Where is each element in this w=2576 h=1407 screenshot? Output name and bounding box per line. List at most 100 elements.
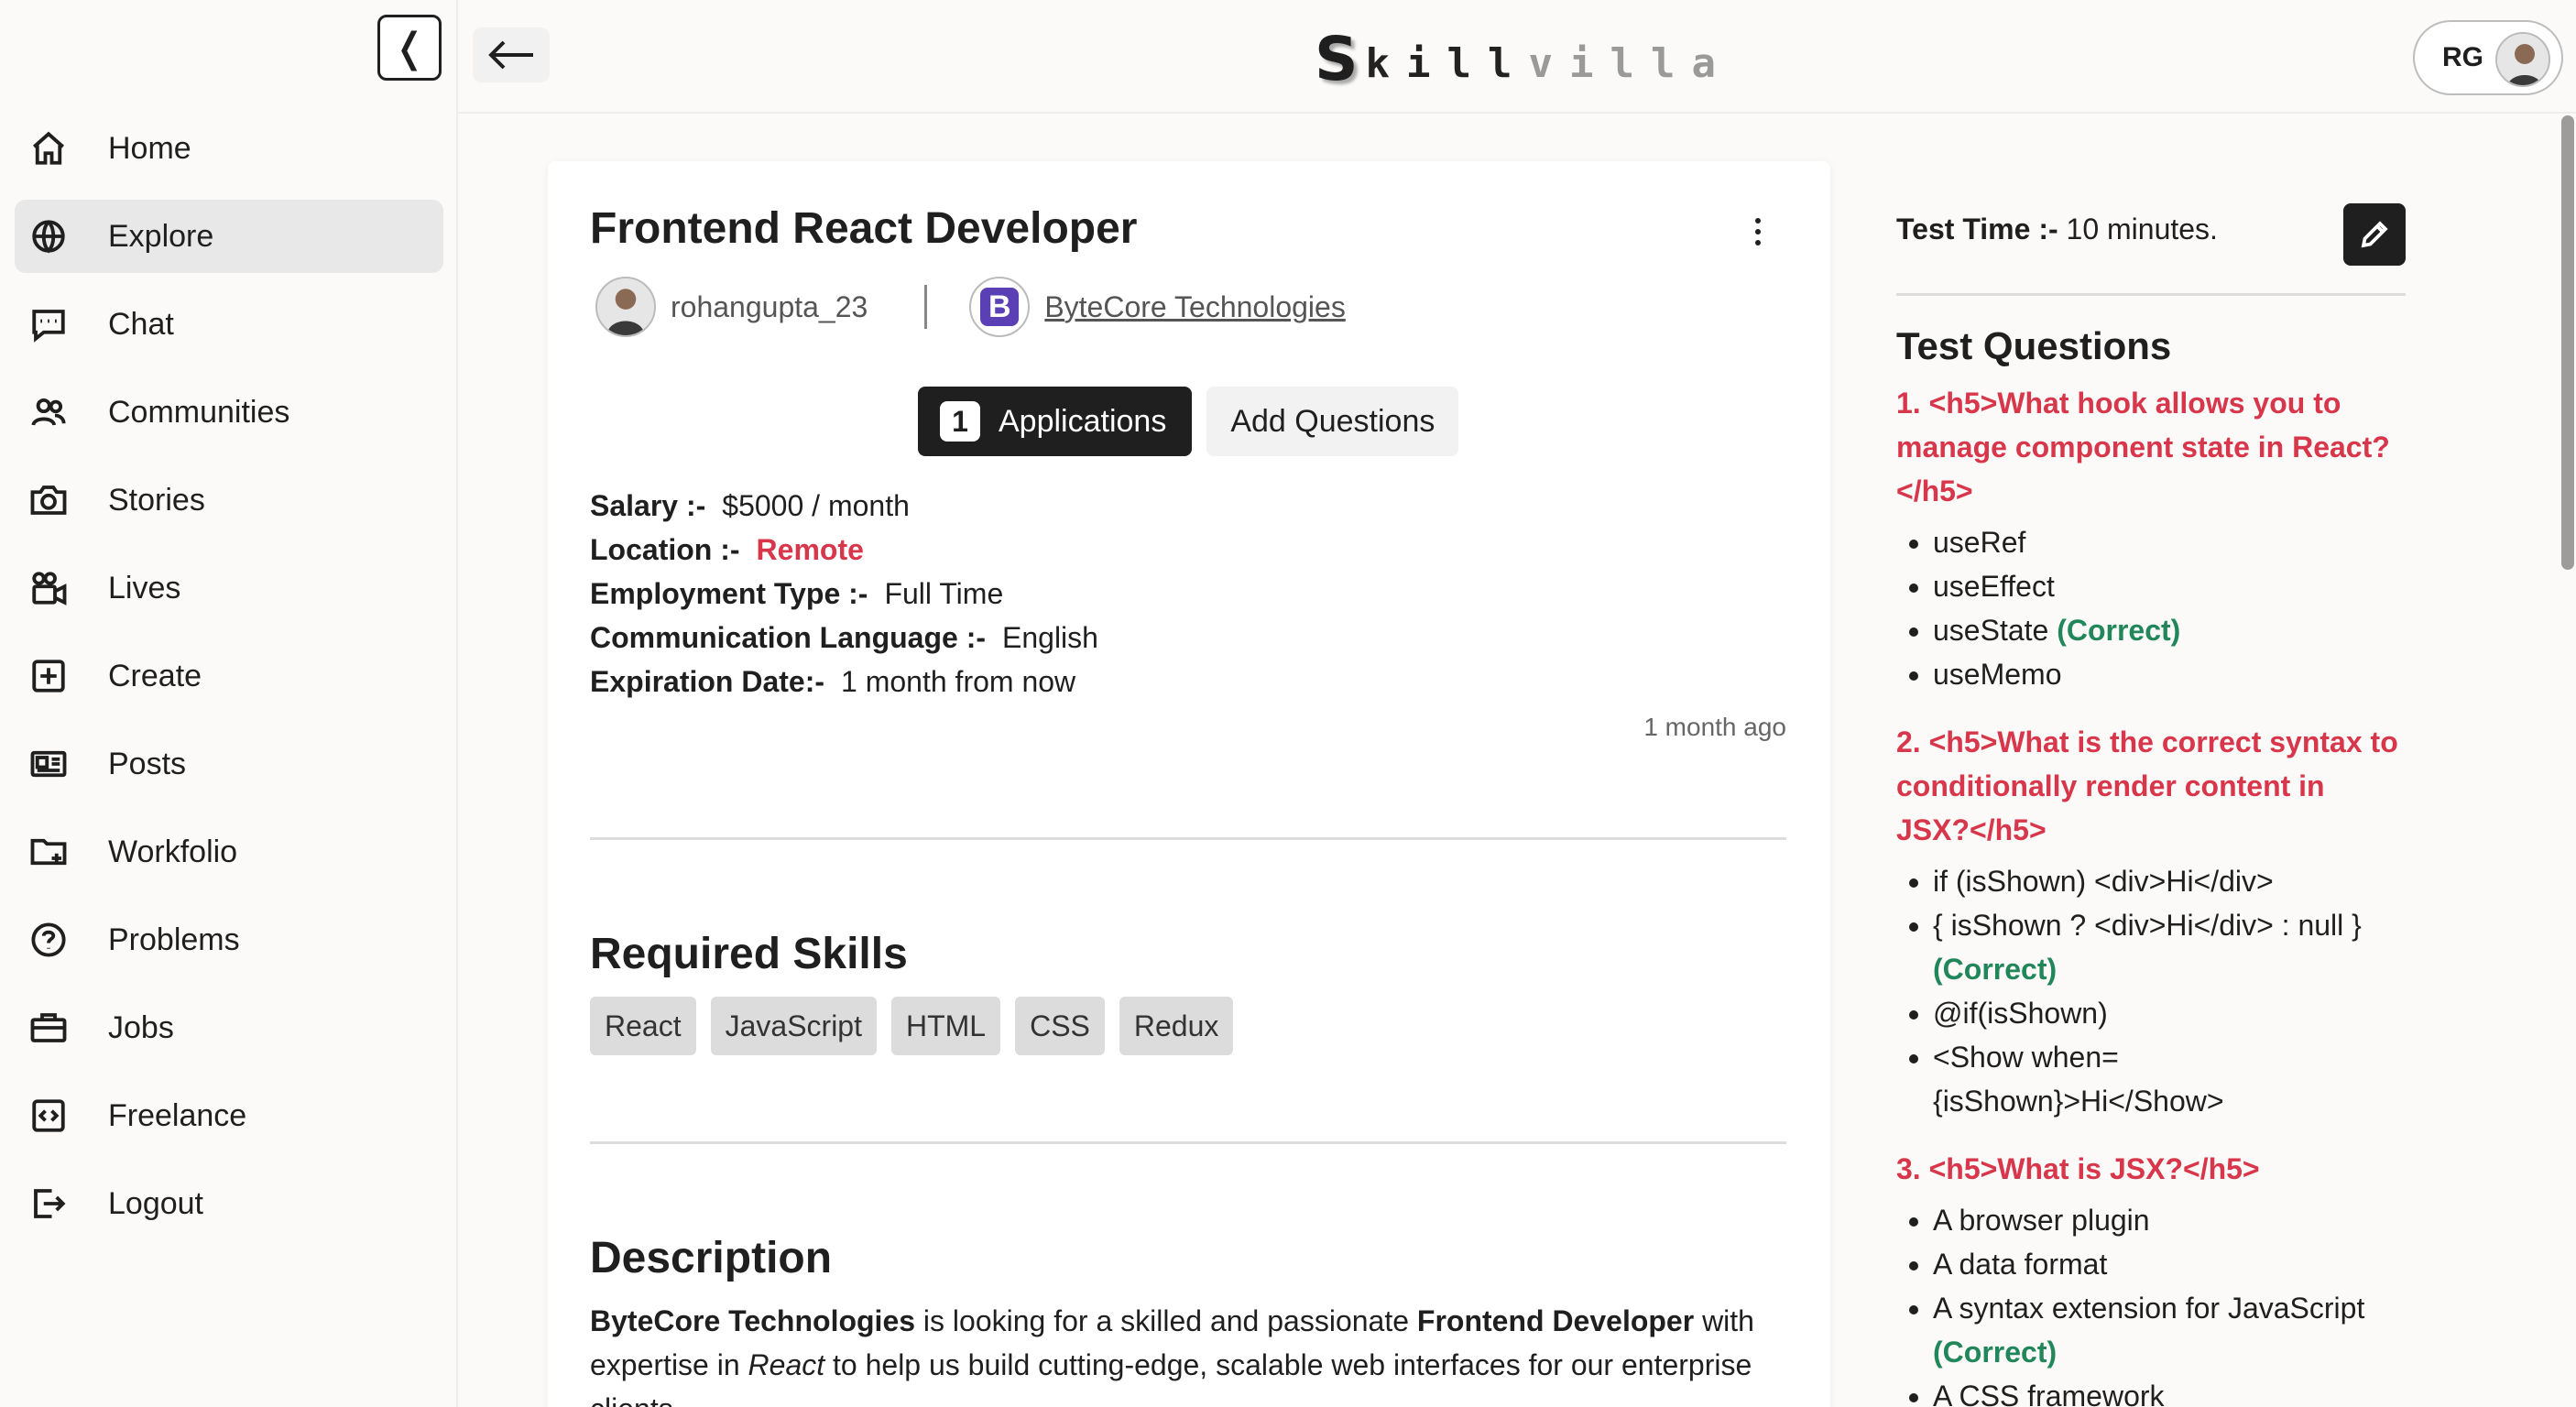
- edit-test-button[interactable]: [2343, 203, 2406, 266]
- sidebar-item-lives[interactable]: Lives: [15, 551, 443, 625]
- logout-icon: [29, 1184, 68, 1223]
- sidebar-item-create[interactable]: Create: [15, 639, 443, 713]
- sidebar-item-label: Logout: [108, 1185, 203, 1221]
- question-item: 2. <h5>What is the correct syntax to con…: [1896, 720, 2406, 1123]
- arrow-left-icon: [488, 40, 533, 70]
- sidebar-item-label: Explore: [108, 218, 214, 254]
- user-initials: RG: [2442, 42, 2483, 72]
- option-item: useState (Correct): [1933, 608, 2406, 652]
- question-text: 1. <h5>What hook allows you to manage co…: [1896, 387, 2390, 507]
- sidebar-item-workfolio[interactable]: Workfolio: [15, 815, 443, 889]
- sidebar-item-freelance[interactable]: Freelance: [15, 1079, 443, 1152]
- job-meta: rohangupta_23 B ByteCore Technologies: [595, 277, 1346, 337]
- add-questions-button[interactable]: Add Questions: [1206, 387, 1459, 456]
- option-item: A browser plugin: [1933, 1198, 2406, 1242]
- question-text: 3. <h5>What is JSX?</h5>: [1896, 1152, 2260, 1185]
- author-username[interactable]: rohangupta_23: [671, 290, 868, 324]
- skillvilla-logo[interactable]: S killvilla: [1315, 26, 1732, 90]
- location-row: Location :- Remote: [590, 533, 864, 566]
- skill-tag: CSS: [1015, 997, 1105, 1055]
- sidebar-item-label: Jobs: [108, 1009, 174, 1045]
- sidebar-item-label: Home: [108, 130, 191, 166]
- description-title: Description: [590, 1234, 833, 1282]
- skill-tag: React: [590, 997, 696, 1055]
- sidebar-item-label: Freelance: [108, 1097, 247, 1133]
- salary-row: Salary :- $5000 / month: [590, 489, 910, 522]
- sidebar-item-communities[interactable]: Communities: [15, 376, 443, 449]
- sidebar-item-problems[interactable]: Problems: [15, 903, 443, 976]
- questions-list: 1. <h5>What hook allows you to manage co…: [1896, 381, 2406, 1407]
- skill-tag: HTML: [890, 997, 1001, 1055]
- option-item: A data format: [1933, 1242, 2406, 1286]
- newspaper-icon: [29, 745, 68, 783]
- posted-time: 1 month ago: [1643, 713, 1786, 741]
- user-menu-button[interactable]: RG: [2413, 20, 2563, 95]
- skill-tag: Redux: [1119, 997, 1234, 1055]
- sidebar-item-explore[interactable]: Explore: [15, 200, 443, 273]
- sidebar-item-home[interactable]: Home: [15, 112, 443, 185]
- scrollbar-thumb[interactable]: [2561, 115, 2574, 570]
- video-camera-icon: [29, 569, 68, 607]
- sidebar-item-label: Stories: [108, 482, 205, 518]
- sidebar-item-posts[interactable]: Posts: [15, 727, 443, 801]
- home-icon: [29, 129, 68, 168]
- sidebar-item-chat[interactable]: Chat: [15, 288, 443, 361]
- plus-square-icon: [29, 657, 68, 695]
- skills-list: React JavaScript HTML CSS Redux: [590, 997, 1248, 1055]
- correct-label: (Correct): [1933, 1336, 2058, 1369]
- code-square-icon: [29, 1096, 68, 1135]
- avatar[interactable]: [595, 277, 656, 337]
- option-item: useRef: [1933, 520, 2406, 564]
- sidebar-item-stories[interactable]: Stories: [15, 464, 443, 537]
- sidebar-item-label: Workfolio: [108, 834, 238, 869]
- job-actions: 1 Applications Add Questions: [918, 387, 1459, 456]
- correct-label: (Correct): [1933, 953, 2058, 986]
- sidebar-item-label: Lives: [108, 570, 181, 605]
- company-link[interactable]: ByteCore Technologies: [1044, 290, 1346, 324]
- option-item: { isShown ? <div>Hi</div> : null } (Corr…: [1933, 903, 2406, 991]
- job-title: Frontend React Developer: [590, 204, 1138, 253]
- applications-count-badge: 1: [940, 401, 980, 442]
- sidebar-item-logout[interactable]: Logout: [15, 1167, 443, 1240]
- sidebar-item-label: Communities: [108, 394, 290, 430]
- briefcase-icon: [29, 1009, 68, 1047]
- options-list: A browser plugin A data format A syntax …: [1896, 1198, 2406, 1407]
- divider: [590, 837, 1786, 840]
- divider: [1896, 293, 2406, 296]
- back-button[interactable]: [473, 27, 550, 82]
- expiration-row: Expiration Date:- 1 month from now: [590, 665, 1076, 698]
- pencil-icon: [2361, 221, 2388, 248]
- question-circle-icon: [29, 921, 68, 959]
- option-item: useMemo: [1933, 652, 2406, 696]
- required-skills-title: Required Skills: [590, 930, 908, 978]
- test-panel: Test Time :- 10 minutes. Test Questions …: [1896, 161, 2406, 1407]
- option-item: useEffect: [1933, 564, 2406, 608]
- option-item: <Show when={isShown}>Hi</Show>: [1933, 1035, 2406, 1123]
- sidebar-item-label: Problems: [108, 922, 240, 957]
- option-item: A CSS framework: [1933, 1374, 2406, 1407]
- question-text: 2. <h5>What is the correct syntax to con…: [1896, 725, 2398, 846]
- option-item: @if(isShown): [1933, 991, 2406, 1035]
- camera-icon: [29, 481, 68, 519]
- sidebar-item-jobs[interactable]: Jobs: [15, 991, 443, 1064]
- users-icon: [29, 393, 68, 431]
- chat-icon: [29, 305, 68, 344]
- sidebar-nav: Home Explore Chat Communities Stories Li…: [15, 112, 443, 1255]
- option-item: A syntax extension for JavaScript (Corre…: [1933, 1286, 2406, 1374]
- job-card: Frontend React Developer rohangupta_23 B…: [548, 161, 1830, 1407]
- top-bar: S killvilla RG: [458, 0, 2576, 114]
- more-options-icon[interactable]: [1755, 218, 1766, 251]
- question-item: 3. <h5>What is JSX?</h5> A browser plugi…: [1896, 1147, 2406, 1407]
- test-time: Test Time :- 10 minutes.: [1896, 213, 2218, 245]
- collapse-sidebar-button[interactable]: ❬: [377, 15, 442, 81]
- sidebar: ❬ Home Explore Chat Communities Stories …: [0, 0, 458, 1407]
- applications-button[interactable]: 1 Applications: [918, 387, 1193, 456]
- chevron-left-icon: ❬: [392, 25, 427, 71]
- company-logo[interactable]: B: [969, 277, 1031, 337]
- question-item: 1. <h5>What hook allows you to manage co…: [1896, 381, 2406, 696]
- correct-label: (Correct): [2057, 614, 2181, 647]
- job-details: Salary :- $5000 / month Location :- Remote…: [590, 484, 1098, 704]
- skill-tag: JavaScript: [710, 997, 877, 1055]
- language-row: Communication Language :- English: [590, 621, 1098, 654]
- employment-type-row: Employment Type :- Full Time: [590, 577, 1004, 610]
